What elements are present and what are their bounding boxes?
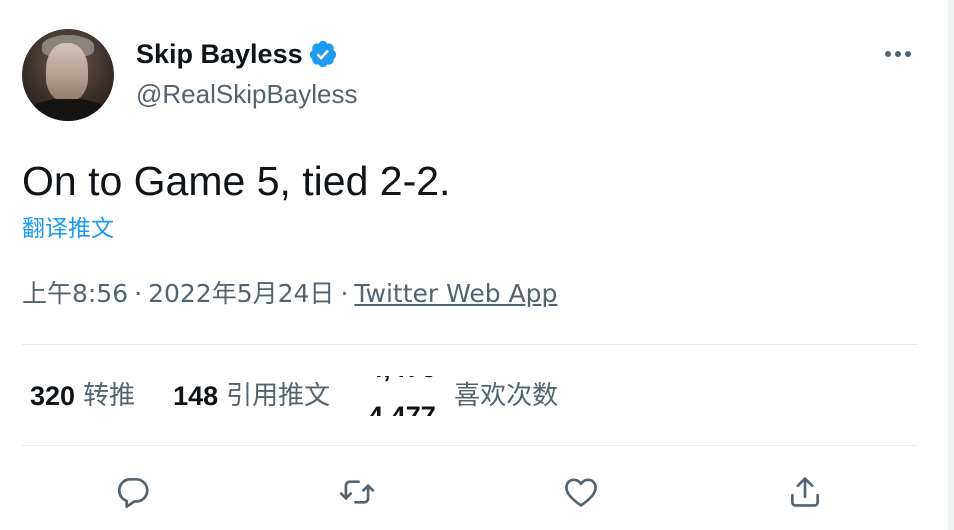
tweet-text: On to Game 5, tied 2-2. — [22, 158, 451, 204]
likes-count-animation: 4,476 4,477 — [368, 376, 448, 416]
reply-button[interactable] — [113, 472, 153, 512]
retweets-stat[interactable]: 320 转推 — [30, 378, 135, 414]
tweet-time[interactable]: 上午8:56 — [22, 279, 128, 308]
share-icon — [790, 477, 820, 507]
tweet-meta: 上午8:56 · 2022年5月24日 · Twitter Web App — [22, 277, 557, 311]
likes-count: 4,477 — [368, 401, 436, 416]
quotes-stat[interactable]: 148 引用推文 — [173, 378, 330, 414]
retweets-label: 转推 — [83, 381, 136, 411]
likes-label: 喜欢次数 — [454, 381, 559, 411]
likes-count-previous: 4,476 — [368, 376, 436, 386]
retweets-count: 320 — [30, 381, 76, 411]
quotes-label: 引用推文 — [226, 381, 331, 411]
share-button[interactable] — [785, 472, 825, 512]
engagement-stats: 320 转推 148 引用推文 4,476 4,477 喜欢次数 — [30, 376, 596, 416]
meta-separator: · — [134, 279, 143, 308]
translate-tweet-link[interactable]: 翻译推文 — [22, 213, 114, 245]
author-handle[interactable]: @RealSkipBayless — [136, 78, 357, 110]
author-name-row[interactable]: Skip Bayless — [136, 38, 338, 70]
avatar[interactable] — [22, 29, 114, 121]
more-horizontal-icon[interactable] — [880, 40, 916, 68]
divider-bottom — [22, 445, 918, 446]
avatar-shirt — [28, 99, 108, 121]
divider-top — [22, 344, 918, 345]
reply-icon — [117, 477, 149, 509]
like-button[interactable] — [561, 472, 601, 512]
scroll-edge — [948, 0, 954, 530]
verified-badge-icon — [308, 39, 338, 69]
likes-stat[interactable]: 4,476 4,477 喜欢次数 — [368, 376, 558, 416]
author-display-name[interactable]: Skip Bayless — [136, 38, 303, 70]
tweet-date[interactable]: 2022年5月24日 — [148, 279, 334, 308]
quotes-count: 148 — [173, 381, 219, 411]
tweet-source-link[interactable]: Twitter Web App — [354, 279, 557, 308]
avatar-face — [46, 43, 88, 101]
meta-separator: · — [340, 279, 349, 308]
retweet-icon — [339, 480, 375, 504]
heart-icon — [565, 478, 597, 507]
retweet-button[interactable] — [337, 472, 377, 512]
